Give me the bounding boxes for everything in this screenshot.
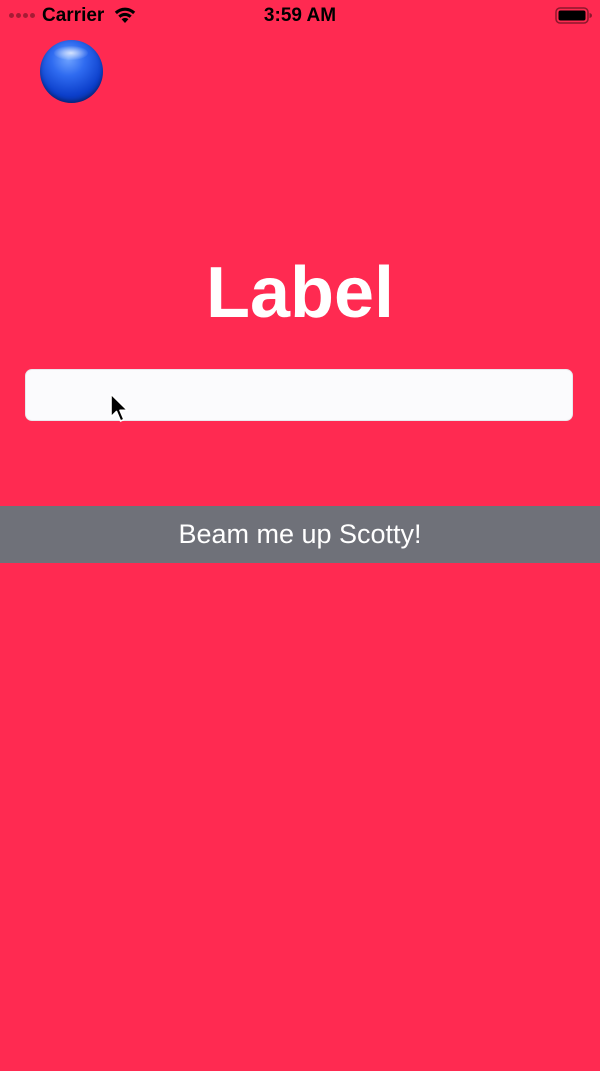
app-screen: Carrier 3:59 AM Label Beam me up Scotty! [0,0,600,1071]
mouse-pointer-icon [110,393,129,422]
battery-icon [555,7,592,24]
status-bar: Carrier 3:59 AM [0,0,600,32]
status-time: 3:59 AM [263,5,337,26]
text-input[interactable] [25,369,573,421]
blue-ball-icon[interactable] [40,40,103,103]
beam-me-up-button[interactable]: Beam me up Scotty! [0,506,600,563]
title-label: Label [205,253,395,333]
